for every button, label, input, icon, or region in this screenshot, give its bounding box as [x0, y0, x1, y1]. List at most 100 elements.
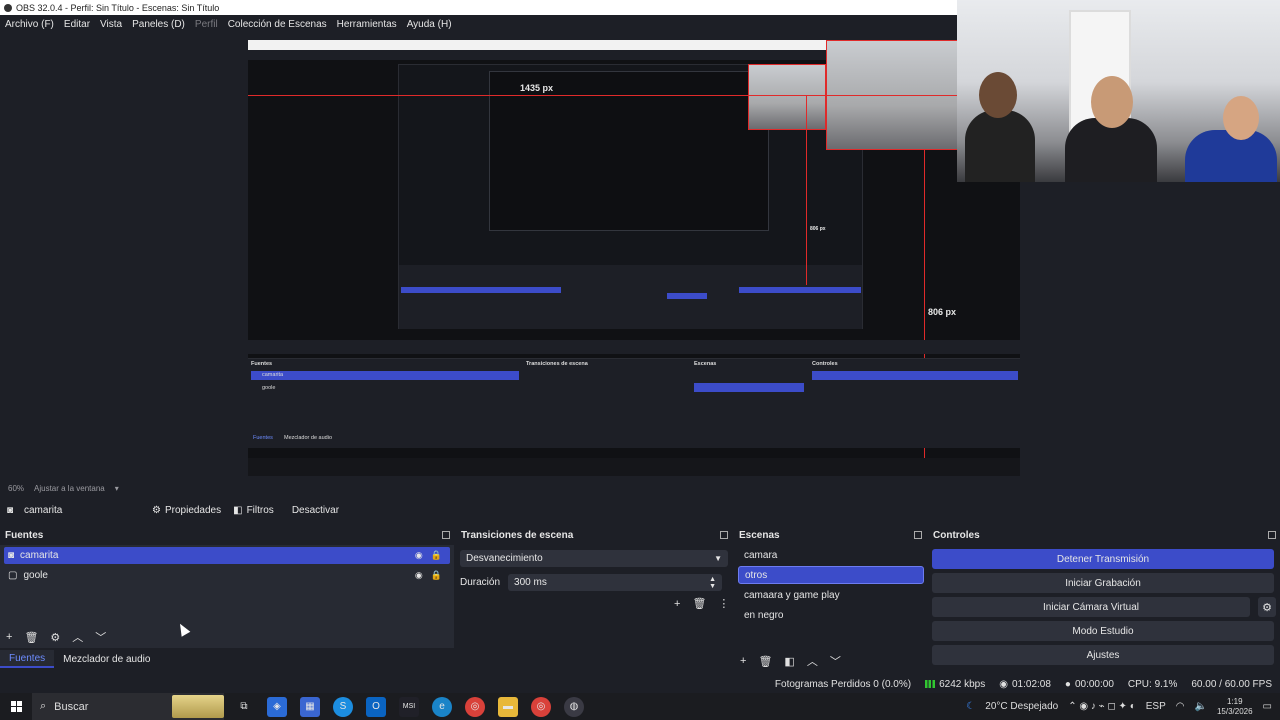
trash-icon[interactable]: 🗑: [758, 655, 772, 668]
gear-icon[interactable]: ⚙: [50, 631, 60, 644]
weather-text[interactable]: 20°C Despejado: [985, 701, 1058, 712]
menu-vista[interactable]: Vista: [100, 19, 122, 30]
scene-item-camara[interactable]: camara: [738, 546, 924, 564]
move-up-icon[interactable]: ︿: [807, 653, 818, 669]
window-title: OBS 32.0.4 - Perfil: Sin Título - Escena…: [16, 2, 220, 13]
start-button[interactable]: [0, 693, 32, 720]
notifications-icon[interactable]: ▭: [1263, 701, 1272, 712]
controls-dock: Controles Detener Transmisión Iniciar Gr…: [928, 528, 1280, 672]
transitions-dock: Transiciones de escena Desvanecimiento ▼…: [456, 528, 732, 672]
file-explorer-icon[interactable]: ▬: [498, 696, 518, 717]
chevron-down-icon[interactable]: ▾: [115, 484, 119, 493]
weather-icon[interactable]: ☾: [966, 701, 975, 712]
outlook-icon[interactable]: O: [366, 696, 386, 717]
properties-button[interactable]: ⚙ Propiedades: [146, 500, 227, 520]
source-item-goole[interactable]: ▢ goole ◉ 🔒: [4, 567, 450, 584]
task-view-icon[interactable]: ⧉: [234, 697, 254, 717]
skype-icon[interactable]: S: [333, 696, 353, 717]
start-virtual-cam-button[interactable]: Iniciar Cámara Virtual: [932, 597, 1250, 617]
guide-label-height: 806 px: [928, 307, 957, 317]
language-indicator[interactable]: ESP: [1146, 701, 1166, 712]
scene-item-camaara-y-game-play[interactable]: camaara y game play: [738, 586, 924, 604]
chrome-profile-icon[interactable]: ◎: [531, 696, 551, 717]
stop-stream-button[interactable]: Detener Transmisión: [932, 549, 1274, 569]
transition-select[interactable]: Desvanecimiento ▼: [460, 550, 728, 567]
nested-source-toolbar: [248, 340, 1020, 354]
clock[interactable]: 1:19 15/3/2026: [1217, 697, 1253, 717]
nested-taskbar: [248, 458, 1020, 476]
zoom-percent[interactable]: 60%: [8, 484, 24, 493]
menu-editar[interactable]: Editar: [64, 19, 90, 30]
trash-icon[interactable]: 🗑: [692, 597, 706, 610]
transitions-dock-title: Transiciones de escena: [461, 530, 574, 541]
deactivate-button[interactable]: Desactivar: [286, 500, 345, 520]
filters-button[interactable]: ◧ Filtros: [227, 500, 280, 520]
undock-icon[interactable]: [442, 531, 450, 539]
add-icon[interactable]: +: [674, 598, 680, 610]
menu-perfil[interactable]: Perfil: [195, 19, 218, 30]
selected-source-name: camarita: [24, 504, 63, 516]
guide-label-height-small: 806 px: [810, 226, 826, 232]
add-icon[interactable]: +: [740, 655, 746, 667]
fps: 60.00 / 60.00 FPS: [1191, 678, 1272, 690]
source-item-label: camarita: [20, 550, 59, 561]
move-down-icon[interactable]: ﹀: [830, 653, 841, 669]
stream-time: 01:02:08: [1011, 678, 1051, 690]
store-icon[interactable]: ▦: [300, 696, 320, 717]
menu-coleccion-escenas[interactable]: Colección de Escenas: [228, 19, 327, 30]
scene-item-en-negro[interactable]: en negro: [738, 606, 924, 624]
rec-time: 00:00:00: [1074, 678, 1114, 690]
signal-bars-icon: [925, 680, 936, 688]
system-tray: ☾ 20°C Despejado ⌃ ◉ ♪ ⌁ ◻ ✦ ◐ ESP ◠ 🔈 1…: [966, 693, 1272, 720]
lock-icon[interactable]: 🔒: [431, 550, 442, 561]
duration-spinbox[interactable]: 300 ms ▲ ▼: [508, 574, 723, 591]
undock-icon[interactable]: [1268, 531, 1276, 539]
controls-body: Detener Transmisión Iniciar Grabación In…: [928, 545, 1280, 672]
transitions-dock-header: Transiciones de escena: [456, 528, 732, 543]
transitions-toolbar: + 🗑 ⋮: [674, 597, 729, 611]
source-item-camarita[interactable]: ◙ camarita ◉ 🔒: [4, 547, 450, 564]
wifi-icon[interactable]: ◠: [1176, 701, 1185, 712]
undock-icon[interactable]: [914, 531, 922, 539]
move-up-icon[interactable]: ︿: [72, 629, 83, 645]
clock-date: 15/3/2026: [1216, 706, 1253, 716]
tab-mezclador-audio[interactable]: Mezclador de audio: [54, 650, 159, 668]
taskbar-search[interactable]: ⌕ Buscar: [32, 693, 224, 720]
studio-mode-button[interactable]: Modo Estudio: [932, 621, 1274, 641]
move-down-icon[interactable]: ﹀: [95, 629, 106, 645]
obs-icon[interactable]: ◍: [564, 696, 584, 717]
menu-archivo[interactable]: Archivo (F): [5, 19, 54, 30]
eye-icon[interactable]: ◉: [415, 550, 423, 561]
preview-canvas[interactable]: 1435 px 806 px 806 px Fuentes Transicion…: [248, 40, 1020, 476]
transition-current: Desvanecimiento: [466, 553, 543, 564]
menu-ayuda[interactable]: Ayuda (H): [407, 19, 452, 30]
scenes-dock-title: Escenas: [739, 530, 780, 541]
copilot-icon[interactable]: ◈: [267, 696, 287, 717]
bitrate: 6242 kbps: [939, 678, 986, 690]
msi-icon[interactable]: MSI: [399, 696, 419, 717]
webcam-feed: [957, 0, 1280, 182]
settings-button[interactable]: Ajustes: [932, 645, 1274, 665]
filter-icon[interactable]: ◧: [784, 655, 794, 668]
edge-icon[interactable]: e: [432, 696, 452, 717]
chrome-icon[interactable]: ◎: [465, 696, 485, 717]
zoom-fit-label[interactable]: Ajustar a la ventana: [34, 484, 105, 493]
start-recording-button[interactable]: Iniciar Grabación: [932, 573, 1274, 593]
trash-icon[interactable]: 🗑: [24, 631, 38, 644]
spin-arrows-icon[interactable]: ▲ ▼: [709, 576, 716, 590]
preview-zoom-row: 60% Ajustar a la ventana ▾: [0, 482, 1280, 494]
menu-paneles[interactable]: Paneles (D): [132, 19, 185, 30]
tab-fuentes[interactable]: Fuentes: [0, 650, 55, 668]
scene-item-otros[interactable]: otros: [738, 566, 924, 584]
add-icon[interactable]: +: [6, 631, 12, 643]
virtual-cam-settings-gear-icon[interactable]: ⚙: [1258, 597, 1276, 617]
speaker-icon[interactable]: 🔈: [1195, 701, 1207, 712]
tray-icons[interactable]: ⌃ ◉ ♪ ⌁ ◻ ✦ ◐: [1068, 701, 1136, 712]
undock-icon[interactable]: [720, 531, 728, 539]
scenes-toolbar: + 🗑 ◧ ︿ ﹀: [740, 653, 841, 669]
eye-icon[interactable]: ◉: [415, 570, 423, 581]
more-icon[interactable]: ⋮: [718, 597, 729, 610]
sources-tabbar: Fuentes Mezclador de audio: [0, 650, 454, 668]
lock-icon[interactable]: 🔒: [431, 570, 442, 581]
menu-herramientas[interactable]: Herramientas: [337, 19, 397, 30]
